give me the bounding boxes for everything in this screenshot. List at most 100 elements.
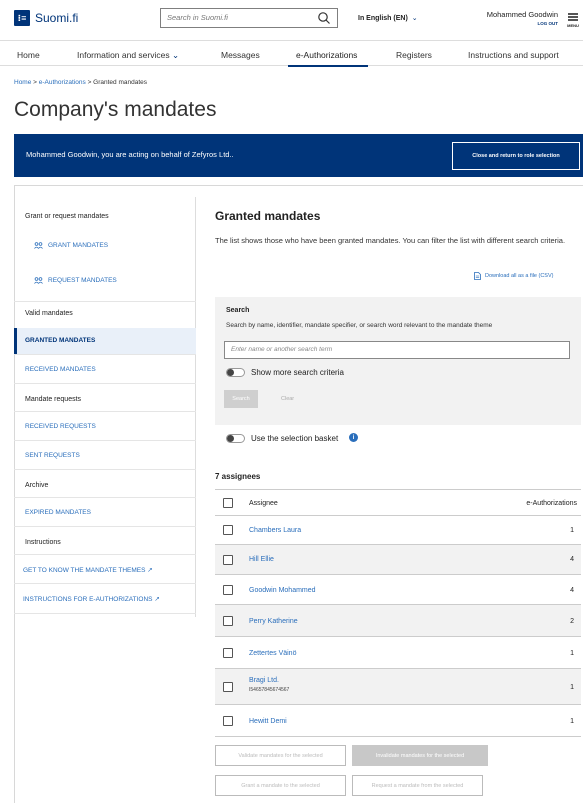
assignee-link[interactable]: Hewitt Demi [249,718,287,725]
assignee-link[interactable]: Perry Katherine [249,618,298,625]
suomi-logo[interactable]: ⁝≡ Suomi.fi [14,10,78,26]
validate-selected-button[interactable]: Validate mandates for the selected [215,745,346,766]
sidebar-item-label: INSTRUCTIONS FOR E-AUTHORIZATIONS [23,596,153,603]
nav-e-authorizations[interactable]: e-Authorizations [296,50,357,60]
divider [14,301,196,302]
breadcrumb-home[interactable]: Home [14,79,31,86]
sidebar-item-grant-mandates[interactable]: GRANT MANDATES [34,242,108,249]
divider [14,411,196,412]
table-row: Hill Ellie 4 [215,545,581,575]
download-csv-label: Download all as a file (CSV) [485,273,554,279]
request-from-selected-button[interactable]: Request a mandate from the selected [352,775,483,796]
breadcrumb-e-authorizations[interactable]: e-Authorizations [39,79,86,86]
sidebar: Grant or request mandates GRANT MANDATES… [14,197,196,617]
selection-basket-label: Use the selection basket [251,434,339,443]
table-row: Zettertes Väinö 1 [215,637,581,669]
divider [14,440,196,441]
toggle-knob [227,435,234,442]
top-header: ⁝≡ Suomi.fi Search in Suomi.fi In Englis… [0,0,583,40]
mandate-search-input[interactable]: Enter name or another search term [224,341,570,359]
nav-registers[interactable]: Registers [396,50,432,60]
e-authorizations-count: 4 [570,587,574,594]
chevron-down-icon: ⌄ [171,50,180,60]
divider [14,469,196,470]
language-label: In English (EN) [358,15,408,22]
row-checkbox[interactable] [223,648,233,658]
assignee-count: 7 assignees [215,472,261,481]
sidebar-item-e-authorizations-instructions[interactable]: INSTRUCTIONS FOR E-AUTHORIZATIONS ↗ [23,595,160,603]
row-checkbox[interactable] [223,716,233,726]
sidebar-heading-archive: Archive [25,482,49,489]
nav-information-services[interactable]: Information and services ⌄ [77,50,179,61]
divider [14,383,196,384]
search-button[interactable]: Search [224,390,258,408]
menu-button[interactable]: MENU [563,9,583,33]
sidebar-heading-valid: Valid mandates [25,310,73,317]
site-search[interactable]: Search in Suomi.fi [160,8,338,28]
e-authorizations-count: 1 [570,527,574,534]
role-banner: Mohammed Goodwin, you are acting on beha… [14,134,583,177]
more-criteria-toggle[interactable] [226,368,245,377]
language-selector[interactable]: In English (EN) ⌄ [358,14,418,22]
selection-basket-toggle[interactable] [226,434,245,443]
sidebar-item-request-mandates[interactable]: REQUEST MANDATES [34,277,117,284]
column-header-assignee: Assignee [249,500,278,507]
breadcrumb-separator: > [33,79,37,86]
select-all-checkbox[interactable] [223,498,233,508]
page-title: Company's mandates [14,98,217,121]
breadcrumb-separator: > [87,79,92,86]
row-checkbox[interactable] [223,555,233,565]
people-icon [34,242,43,249]
nav-home[interactable]: Home [17,50,40,60]
sidebar-item-granted-mandates[interactable]: GRANTED MANDATES [25,337,95,344]
sidebar-item-expired-mandates[interactable]: EXPIRED MANDATES [25,509,91,516]
main-nav: Home Information and services ⌄ Messages… [0,40,583,67]
divider [14,526,196,527]
sidebar-item-received-mandates[interactable]: RECEIVED MANDATES [25,366,96,373]
main-title: Granted mandates [215,209,321,223]
e-authorizations-count: 1 [570,650,574,657]
row-checkbox[interactable] [223,616,233,626]
e-authorizations-count: 4 [570,556,574,563]
divider [14,554,196,555]
assignee-link[interactable]: Zettertes Väinö [249,650,296,657]
search-icon[interactable] [317,11,331,25]
close-role-button[interactable]: Close and return to role selection [452,142,580,170]
e-authorizations-count: 1 [570,718,574,725]
main-description: The list shows those who have been grant… [215,236,566,245]
toggle-knob [227,369,234,376]
nav-messages[interactable]: Messages [221,50,260,60]
people-icon [34,277,43,284]
divider [14,497,196,498]
assignee-identifier: I54657845674567 [249,687,290,693]
mandate-search-placeholder: Enter name or another search term [231,346,333,353]
column-header-e-authorizations: e-Authorizations [526,500,577,507]
invalidate-selected-button[interactable]: Invalidate mandates for the selected [352,745,488,766]
info-icon[interactable]: i [349,433,358,442]
external-link-icon: ↗ [154,596,160,603]
assignee-link[interactable]: Hill Ellie [249,556,274,563]
row-checkbox[interactable] [223,682,233,692]
nav-instructions-support[interactable]: Instructions and support [468,50,559,60]
divider [14,613,196,614]
sidebar-heading-grant: Grant or request mandates [25,213,109,220]
assignee-link[interactable]: Goodwin Mohammed [249,587,316,594]
role-banner-text: Mohammed Goodwin, you are acting on beha… [26,150,234,159]
table-row: Bragi Ltd. I54657845674567 1 [215,669,581,705]
grant-to-selected-button[interactable]: Grant a mandate to the selected [215,775,346,796]
divider [14,583,196,584]
clear-button[interactable]: Clear [281,396,294,402]
user-name: Mohammed Goodwin [486,10,558,19]
site-search-input[interactable]: Search in Suomi.fi [167,13,228,22]
more-criteria-label: Show more search criteria [251,368,344,377]
download-csv-link[interactable]: Download all as a file (CSV) [474,272,553,280]
logout-link[interactable]: LOG OUT [487,21,559,26]
sidebar-item-sent-requests[interactable]: SENT REQUESTS [25,452,80,459]
row-checkbox[interactable] [223,525,233,535]
sidebar-item-received-requests[interactable]: RECEIVED REQUESTS [25,423,96,430]
row-checkbox[interactable] [223,585,233,595]
hamburger-icon [568,13,578,15]
assignee-link[interactable]: Chambers Laura [249,527,301,534]
sidebar-item-mandate-themes[interactable]: GET TO KNOW THE MANDATE THEMES ↗ [23,566,153,574]
assignee-link[interactable]: Bragi Ltd. [249,677,279,684]
